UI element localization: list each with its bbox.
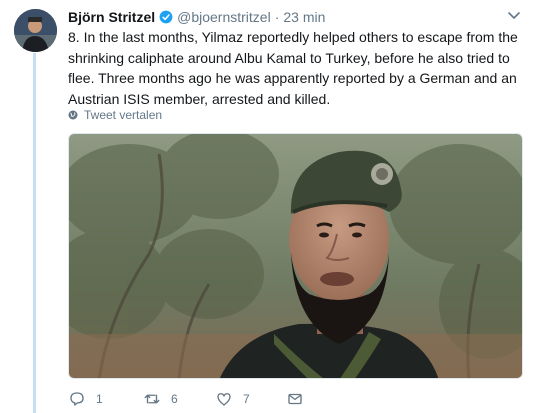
- like-icon: [217, 393, 231, 406]
- tweet-photo[interactable]: [68, 133, 523, 379]
- retweet-count: 6: [171, 392, 178, 406]
- translate-label: Tweet vertalen: [84, 108, 163, 122]
- tweet-header: Björn Stritzel @bjoernstritzel · 23 min: [68, 8, 325, 26]
- photo-image: [69, 134, 522, 378]
- timestamp[interactable]: 23 min: [283, 9, 325, 25]
- like-count: 7: [243, 392, 250, 406]
- direct-message-button[interactable]: [286, 389, 314, 409]
- retweet-button[interactable]: 6: [143, 389, 178, 409]
- chevron-down-icon[interactable]: [506, 10, 522, 22]
- reply-count: 1: [96, 392, 103, 406]
- avatar-image: [14, 9, 57, 52]
- avatar[interactable]: [14, 9, 57, 52]
- reply-button[interactable]: 1: [68, 389, 103, 409]
- retweet-icon: [144, 394, 160, 404]
- separator-dot: ·: [274, 9, 280, 25]
- tweet-text: 8. In the last months, Yilmaz reportedly…: [68, 29, 518, 107]
- direct-message-icon: [288, 393, 302, 405]
- verified-badge-icon: [159, 10, 173, 24]
- reply-icon: [70, 392, 84, 406]
- translate-tweet-link[interactable]: Tweet vertalen: [68, 108, 162, 122]
- globe-icon: [68, 110, 78, 120]
- user-handle[interactable]: @bjoernstritzel: [177, 9, 271, 25]
- display-name[interactable]: Björn Stritzel: [68, 9, 155, 25]
- thread-line: [33, 53, 36, 413]
- like-button[interactable]: 7: [215, 389, 250, 409]
- tweet-actions: 1 6 7: [68, 389, 538, 409]
